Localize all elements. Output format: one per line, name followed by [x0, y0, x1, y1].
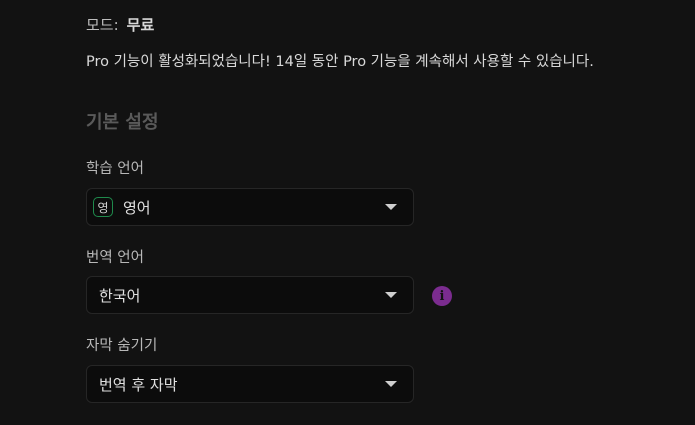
learning-language-select[interactable]: 영 영어: [86, 188, 414, 226]
mode-label: 모드:: [86, 16, 119, 34]
chevron-down-icon: [385, 204, 397, 210]
hide-subtitles-value: 번역 후 자막: [99, 375, 178, 394]
mode-value: 무료: [126, 16, 155, 34]
chevron-down-icon: [385, 381, 397, 387]
hide-subtitles-select[interactable]: 번역 후 자막: [86, 365, 414, 403]
translation-language-select[interactable]: 한국어: [86, 276, 414, 314]
translation-language-value: 한국어: [99, 286, 141, 305]
pro-activated-message: Pro 기능이 활성화되었습니다! 14일 동안 Pro 기능을 계속해서 사용…: [86, 54, 594, 70]
hide-subtitles-label: 자막 숨기기: [86, 338, 158, 354]
learning-language-label: 학습 언어: [86, 161, 144, 177]
chevron-down-icon: [385, 292, 397, 298]
info-icon[interactable]: i: [432, 286, 452, 306]
language-badge: 영: [93, 197, 113, 217]
translation-language-label: 번역 언어: [86, 250, 144, 266]
mode-row: 모드: 무료: [86, 14, 154, 35]
section-title: 기본 설정: [86, 112, 159, 133]
learning-language-value: 영어: [123, 198, 151, 217]
